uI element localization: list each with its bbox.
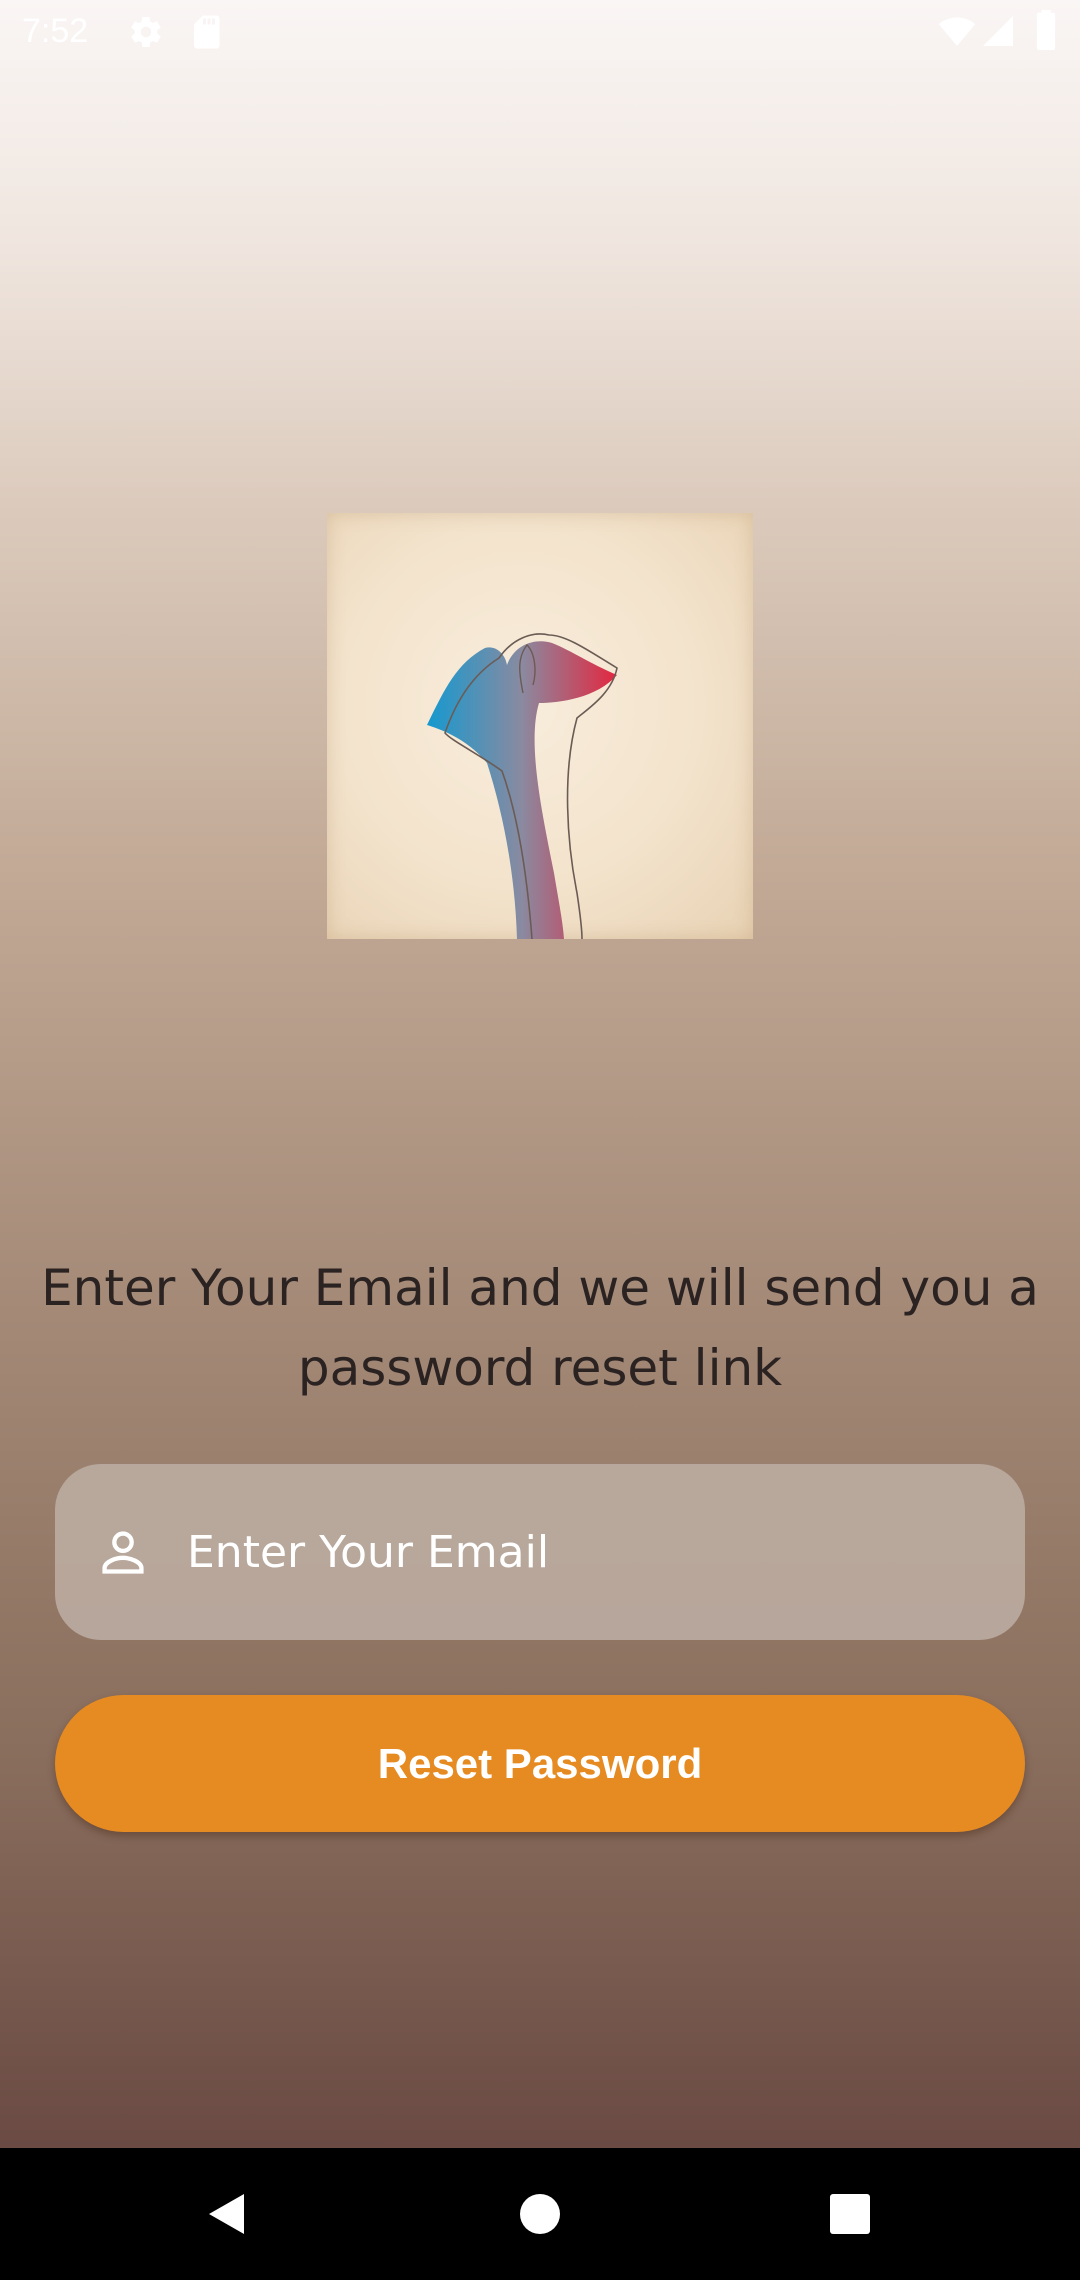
sd-card-icon xyxy=(190,14,222,55)
email-input[interactable] xyxy=(187,1504,987,1600)
recents-button[interactable] xyxy=(780,2148,920,2280)
forgot-password-screen: 7:52 Enter Your Email and we will send y… xyxy=(0,0,1080,2148)
email-field[interactable] xyxy=(55,1464,1025,1640)
wifi-icon xyxy=(937,12,977,55)
home-icon xyxy=(520,2194,560,2234)
ginkgo-leaf-illustration xyxy=(327,513,753,939)
navigation-bar xyxy=(0,2148,1080,2280)
battery-icon xyxy=(1034,10,1058,55)
person-icon xyxy=(97,1526,149,1578)
recents-icon xyxy=(830,2194,870,2234)
home-button[interactable] xyxy=(470,2148,610,2280)
reset-password-button[interactable]: Reset Password xyxy=(55,1695,1025,1832)
back-button[interactable] xyxy=(155,2148,295,2280)
status-bar: 7:52 xyxy=(0,0,1080,66)
signal-icon xyxy=(980,12,1016,55)
settings-icon xyxy=(128,14,164,55)
back-icon xyxy=(209,2194,244,2234)
status-time: 7:52 xyxy=(22,12,89,50)
reset-instructions: Enter Your Email and we will send you a … xyxy=(41,1259,1039,1397)
